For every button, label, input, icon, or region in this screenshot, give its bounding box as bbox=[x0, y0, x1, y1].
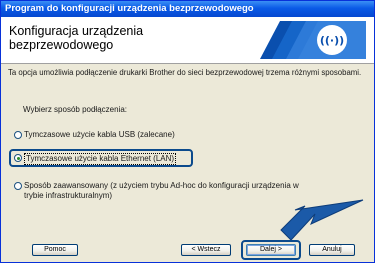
radio-ethernet[interactable] bbox=[14, 154, 22, 162]
connection-prompt: Wybierz sposób podłączenia: bbox=[23, 105, 127, 114]
option-usb-label[interactable]: Tymczasowe użycie kabla USB (zalecane) bbox=[24, 130, 175, 140]
radio-advanced[interactable] bbox=[14, 182, 22, 190]
svg-text:((·)): ((·)) bbox=[320, 34, 344, 47]
page-title: Konfiguracja urządzenia bezprzewodowego bbox=[9, 24, 209, 52]
wireless-signal-icon: ((·)) bbox=[260, 21, 366, 59]
help-button[interactable]: Pomoc bbox=[32, 244, 78, 256]
installer-window: Program do konfiguracji urządzenia bezpr… bbox=[0, 0, 375, 263]
option-usb[interactable]: Tymczasowe użycie kabla USB (zalecane) bbox=[14, 130, 354, 140]
back-button[interactable]: < Wstecz bbox=[181, 244, 231, 256]
description-text: Ta opcja umożliwia podłączenie drukarki … bbox=[8, 68, 362, 77]
radio-usb[interactable] bbox=[14, 131, 22, 139]
option-ethernet-label[interactable]: Tymczasowe użycie kabla Ethernet (LAN) bbox=[24, 153, 177, 165]
window-title: Program do konfiguracji urządzenia bezpr… bbox=[1, 1, 374, 17]
option-ethernet[interactable]: Tymczasowe użycie kabla Ethernet (LAN) bbox=[14, 153, 354, 165]
cancel-button[interactable]: Anuluj bbox=[309, 244, 355, 256]
page-title-line2: bezprzewodowego bbox=[9, 38, 114, 52]
wizard-header: Konfiguracja urządzenia bezprzewodowego … bbox=[1, 17, 374, 64]
next-button[interactable]: Dalej > bbox=[246, 244, 296, 256]
page-title-line1: Konfiguracja urządzenia bbox=[9, 24, 144, 38]
